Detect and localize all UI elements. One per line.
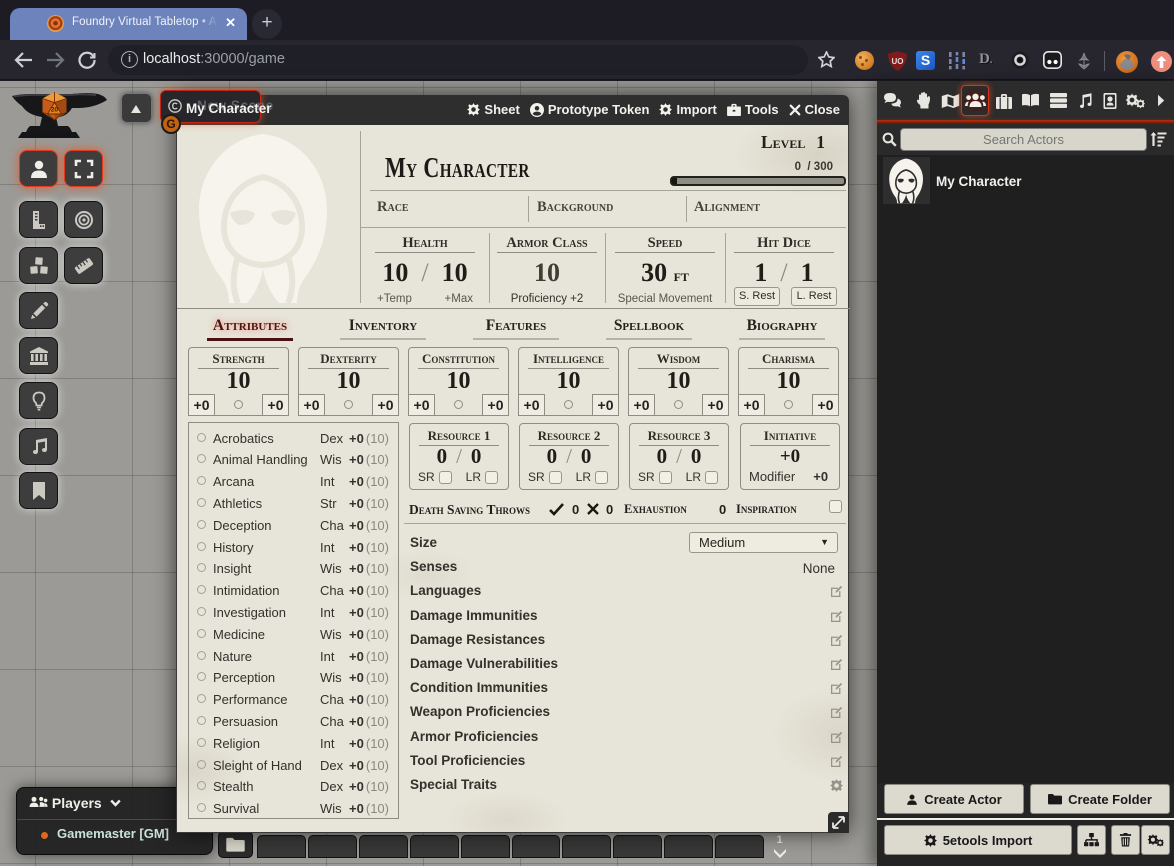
svg-text:20: 20 — [51, 107, 59, 114]
svg-text:UO: UO — [892, 57, 904, 66]
